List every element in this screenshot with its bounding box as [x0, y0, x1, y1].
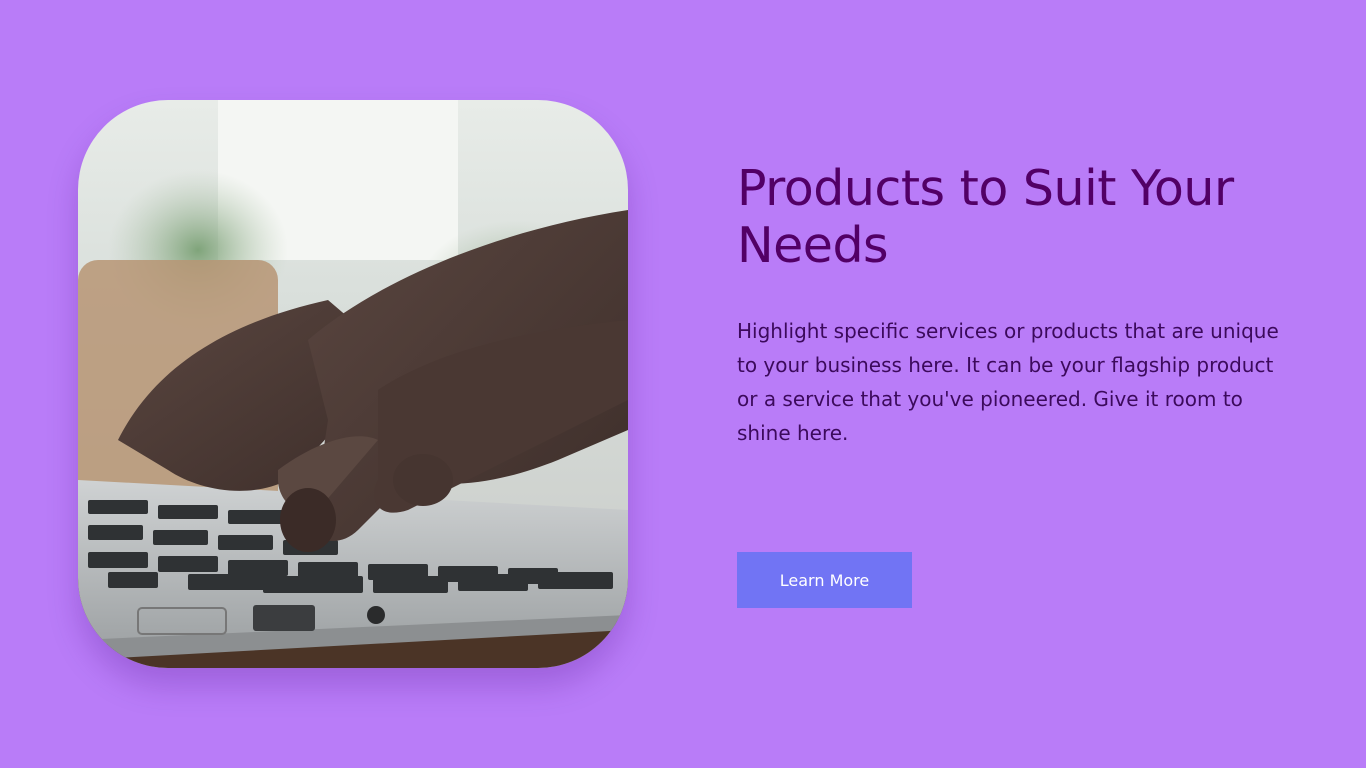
laptop-typing-image	[78, 100, 628, 668]
section-description: Highlight specific services or products …	[737, 319, 1279, 445]
learn-more-button[interactable]: Learn More	[737, 552, 912, 608]
section-title: Products to Suit Your Needs	[737, 160, 1234, 274]
hero-content: Products to Suit Your Needs Highlight sp…	[737, 160, 1297, 450]
page: Products to Suit Your Needs Highlight sp…	[0, 0, 1366, 768]
